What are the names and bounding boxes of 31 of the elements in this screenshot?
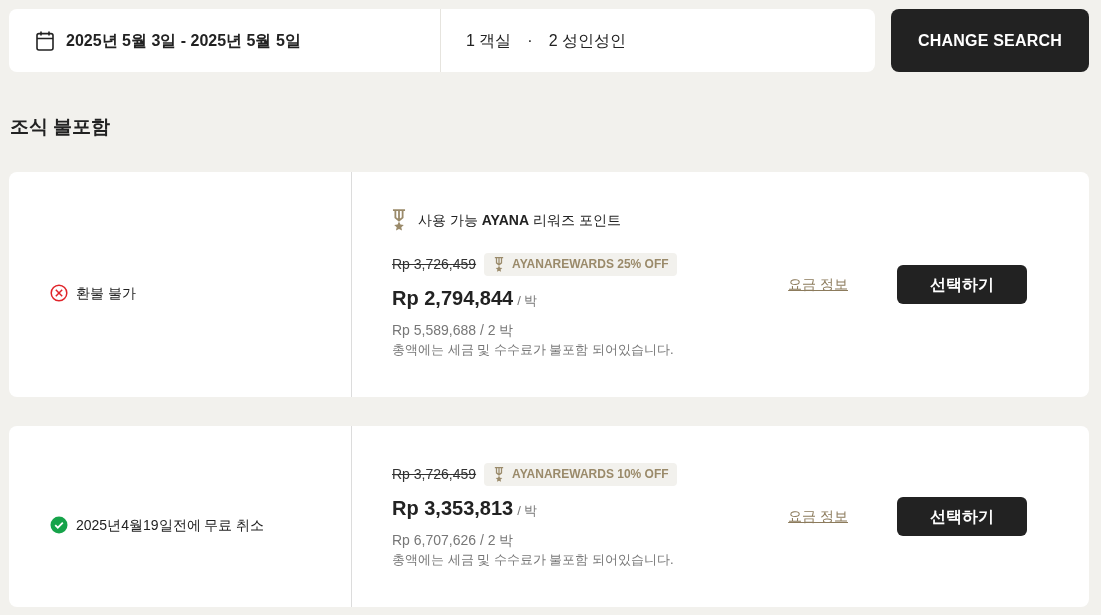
total-price-text: Rp 6,707,626 / 2 박 <box>392 531 515 550</box>
per-night-label: / 박 <box>517 502 538 520</box>
discount-badge: AYANAREWARDS 25% OFF <box>484 253 677 276</box>
cancellation-policy-text: 2025년4월19일전에 무료 취소 <box>76 515 265 535</box>
rooms-text: 1 객실 <box>466 30 512 51</box>
guests-text: 2 성인성인 <box>548 30 626 51</box>
original-price: Rp 3,726,459 <box>392 255 477 274</box>
calendar-icon <box>36 30 54 51</box>
price-per-night: Rp 2,794,844 <box>392 286 514 311</box>
price-per-night: Rp 3,353,813 <box>392 496 514 521</box>
medal-icon <box>494 467 505 482</box>
per-night-label: / 박 <box>517 292 538 310</box>
section-title: 조식 불포함 <box>10 115 112 139</box>
total-price-text: Rp 5,589,688 / 2 박 <box>392 321 515 340</box>
tax-note-text: 총액에는 세금 및 수수료가 불포함 되어있습니다. <box>392 341 675 359</box>
rewards-points-text: 사용 가능 AYANA 리워즈 포인트 <box>418 211 621 230</box>
change-search-button[interactable]: CHANGE SEARCH <box>891 9 1089 72</box>
x-circle-icon <box>50 284 68 302</box>
discount-badge: AYANAREWARDS 10% OFF <box>484 463 677 486</box>
select-button[interactable]: 선택하기 <box>897 497 1027 536</box>
separator-dot: · <box>527 30 533 51</box>
rate-info-link[interactable]: 요금 정보 <box>788 506 848 527</box>
rate-info-link[interactable]: 요금 정보 <box>788 274 848 295</box>
tax-note-text: 총액에는 세금 및 수수료가 불포함 되어있습니다. <box>392 551 675 569</box>
medal-icon <box>392 209 406 231</box>
original-price: Rp 3,726,459 <box>392 465 477 484</box>
check-circle-icon <box>50 516 68 534</box>
select-button[interactable]: 선택하기 <box>897 265 1027 304</box>
medal-icon <box>494 257 505 272</box>
cancellation-policy-text: 환불 불가 <box>76 283 136 303</box>
date-range-text: 2025년 5월 3일 - 2025년 5월 5일 <box>66 30 301 51</box>
